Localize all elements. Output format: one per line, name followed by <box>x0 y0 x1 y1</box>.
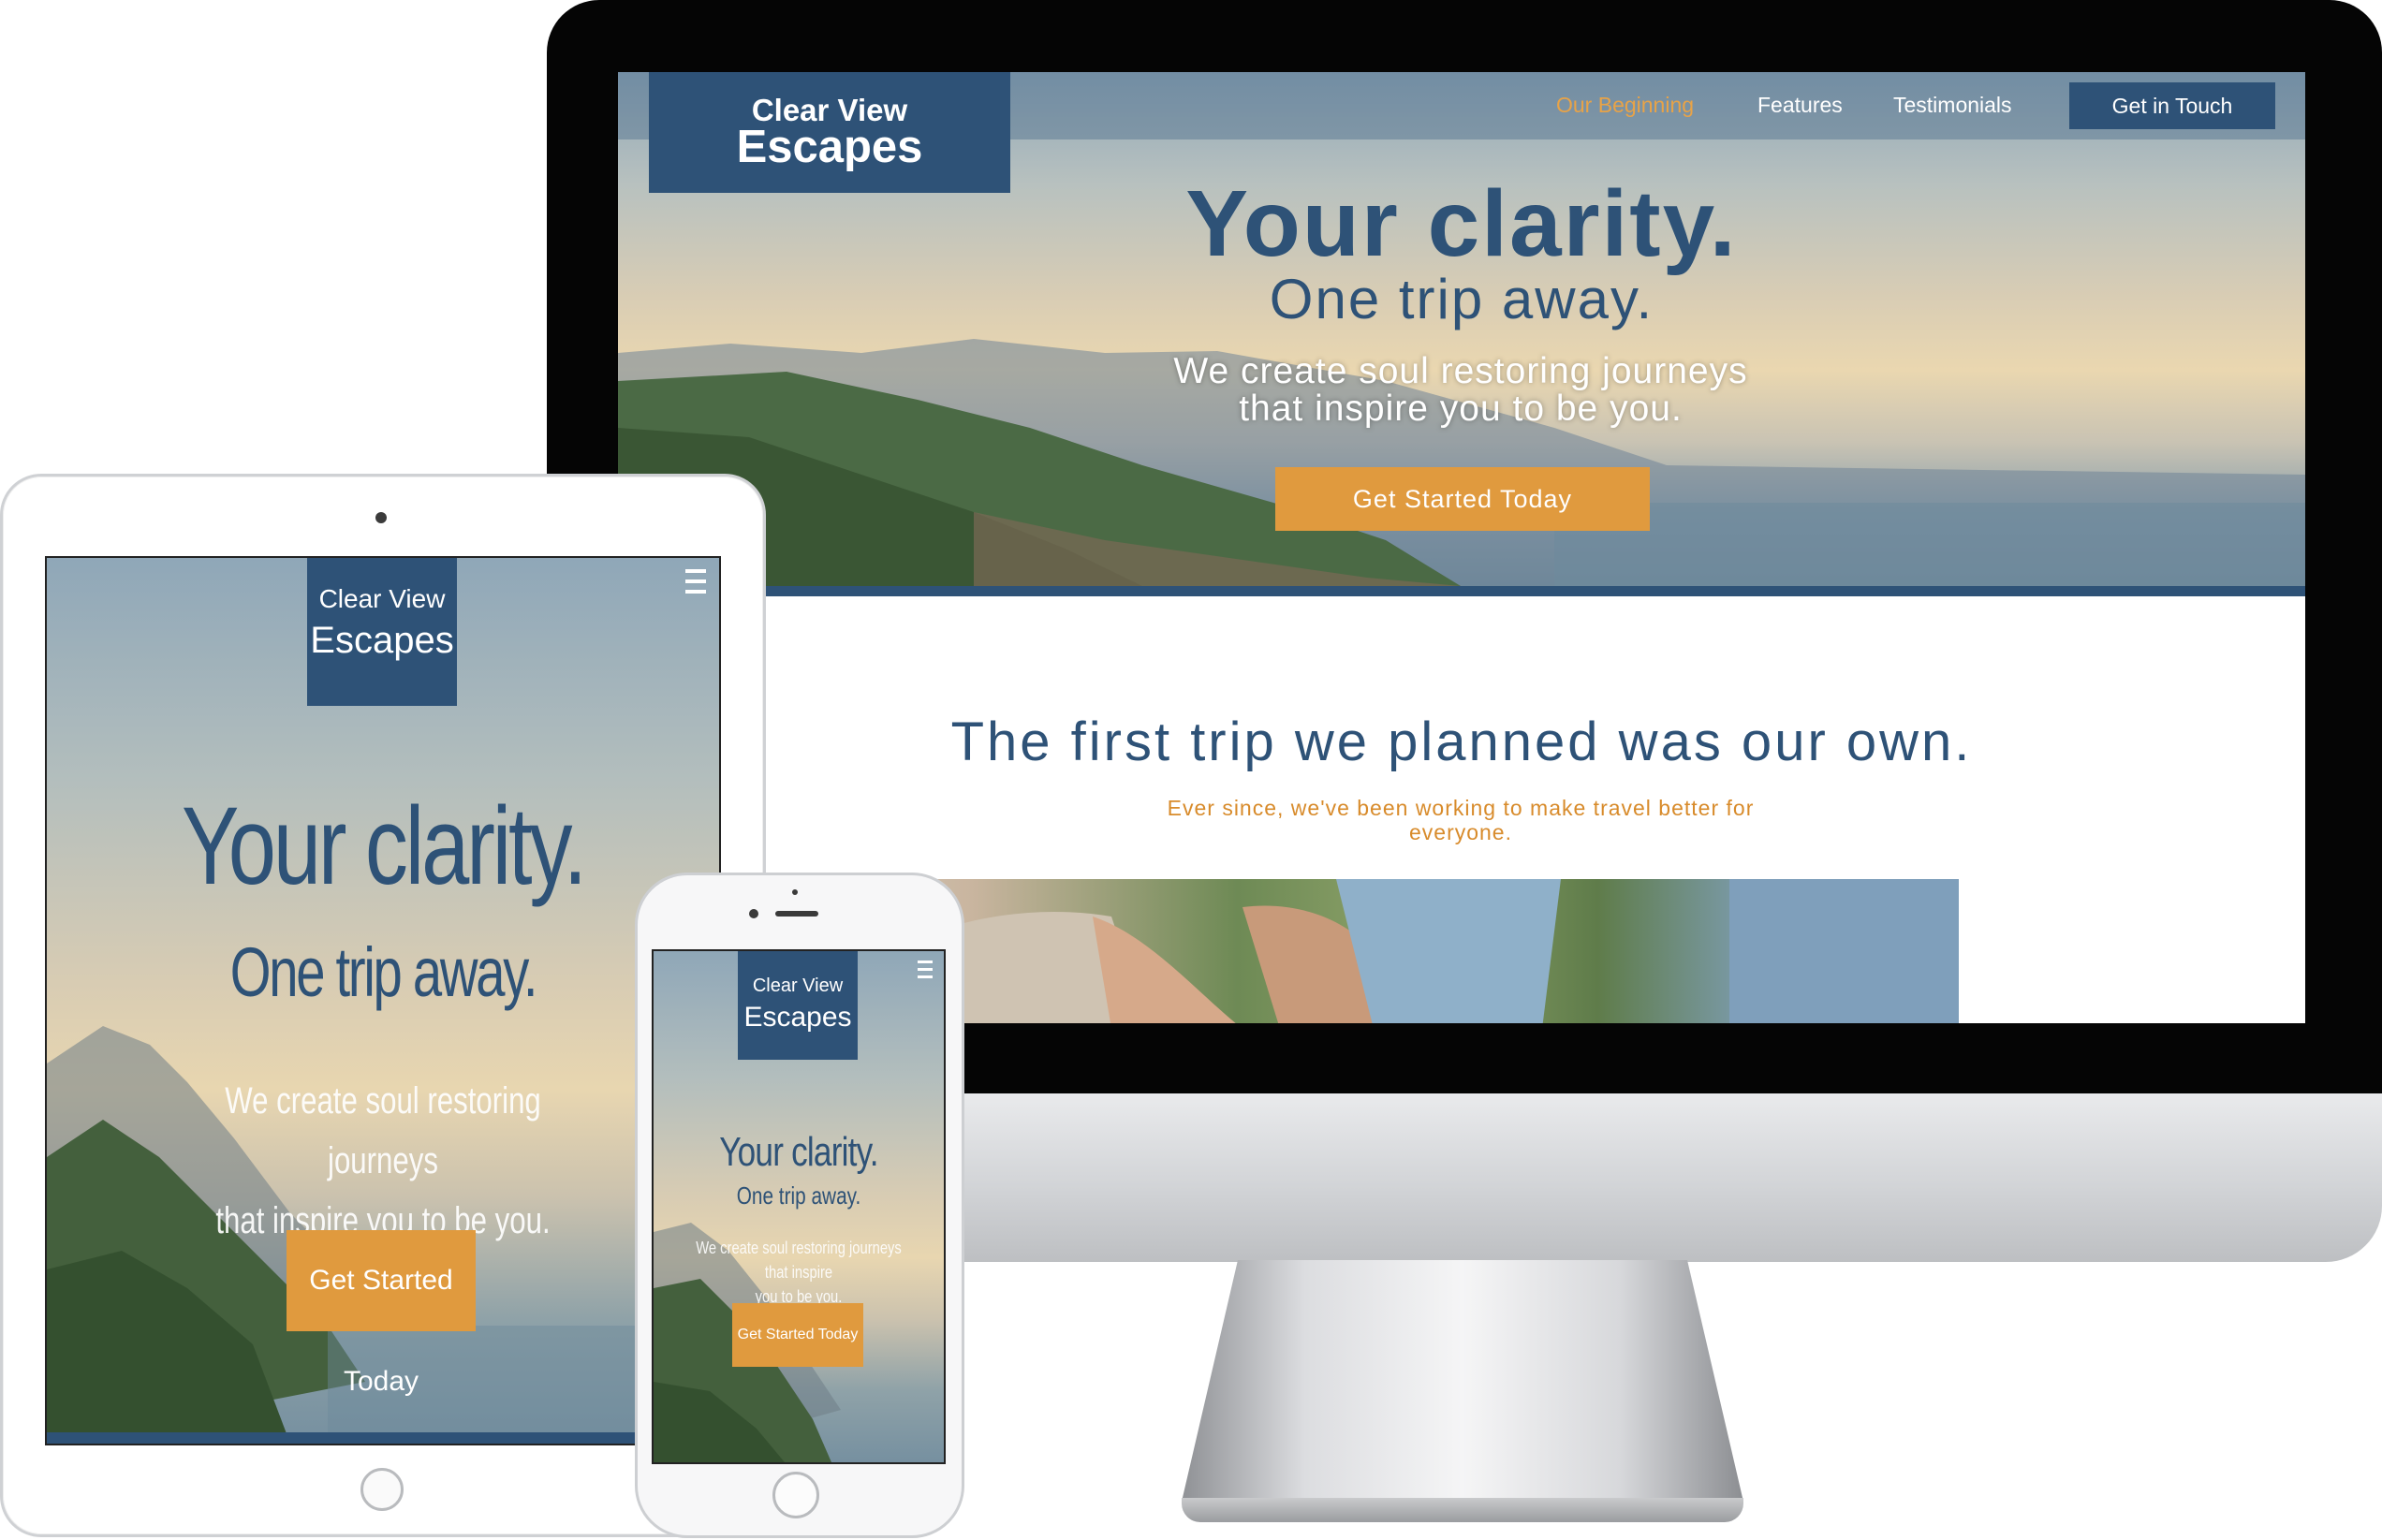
phone-speaker <box>775 911 818 917</box>
nav-item-features[interactable]: Features <box>1757 93 1843 118</box>
section-subtitle-line2: everyone. <box>1408 820 1512 844</box>
desktop-monitor-base <box>1182 1498 1743 1522</box>
phone-camera <box>749 909 758 918</box>
logo-line2: Escapes <box>310 620 454 661</box>
get-in-touch-button[interactable]: Get in Touch <box>2069 82 2275 129</box>
logo-line2: Escapes <box>743 1002 852 1033</box>
hero-tagline-line1: We create soul restoring journeys that i… <box>696 1239 902 1282</box>
nav-item-our-beginning[interactable]: Our Beginning <box>1556 93 1694 118</box>
phone-sensor <box>792 889 798 895</box>
phone-screen: Clear View Escapes Your clarity. One tri… <box>652 949 946 1464</box>
hero-title: Your clarity. <box>181 785 587 908</box>
hero-subtitle: One trip away. <box>229 933 538 1011</box>
tablet-camera <box>375 512 387 523</box>
tablet-logo[interactable]: Clear View Escapes <box>307 558 457 706</box>
logo-line1: Clear View <box>752 975 844 996</box>
hero-title: Your clarity. <box>719 1129 878 1175</box>
hero-divider <box>618 586 2305 596</box>
logo-line1: Clear View <box>318 584 446 613</box>
hero-title: Your clarity. <box>1185 171 1738 276</box>
hero-tagline: We create soul restoring journeys that i… <box>694 1236 904 1309</box>
section-subtitle: Ever since, we've been working to make t… <box>1039 796 1882 844</box>
get-started-button[interactable]: Get Started Today <box>1275 467 1650 531</box>
hamburger-menu-icon[interactable] <box>685 569 706 603</box>
hero-subtitle: One trip away. <box>736 1181 861 1210</box>
hero-tagline-line2: that inspire you to be you. <box>1239 389 1683 429</box>
hero-subtitle: One trip away. <box>1269 268 1654 330</box>
logo-line2: Escapes <box>736 122 923 172</box>
hero-tagline-line1: We create soul restoring journeys <box>225 1080 541 1181</box>
hamburger-menu-icon[interactable] <box>918 961 933 985</box>
hero-tagline: We create soul restoring journeys that i… <box>186 1071 580 1251</box>
nav-item-testimonials[interactable]: Testimonials <box>1893 93 2012 118</box>
section-subtitle-line1: Ever since, we've been working to make t… <box>1167 796 1755 820</box>
get-started-button[interactable]: Get Started Today <box>732 1303 863 1367</box>
tablet-hero-divider <box>47 1432 719 1444</box>
tablet-home-button[interactable] <box>360 1468 404 1511</box>
desktop-monitor-stand <box>1182 1260 1743 1502</box>
section-title: The first trip we planned was our own. <box>950 711 1973 772</box>
phone-logo[interactable]: Clear View Escapes <box>738 951 858 1060</box>
get-started-button[interactable]: Get Started Today <box>287 1230 476 1397</box>
tablet-screen: Clear View Escapes Your clarity. One tri… <box>45 556 721 1445</box>
hero-tagline: We create soul restoring journeys that i… <box>992 353 1929 428</box>
hero-tagline-line1: We create soul restoring journeys <box>1173 351 1748 391</box>
phone-home-button[interactable] <box>772 1472 819 1518</box>
desktop-hero: Clear View Escapes Our Beginning Feature… <box>618 72 2305 586</box>
